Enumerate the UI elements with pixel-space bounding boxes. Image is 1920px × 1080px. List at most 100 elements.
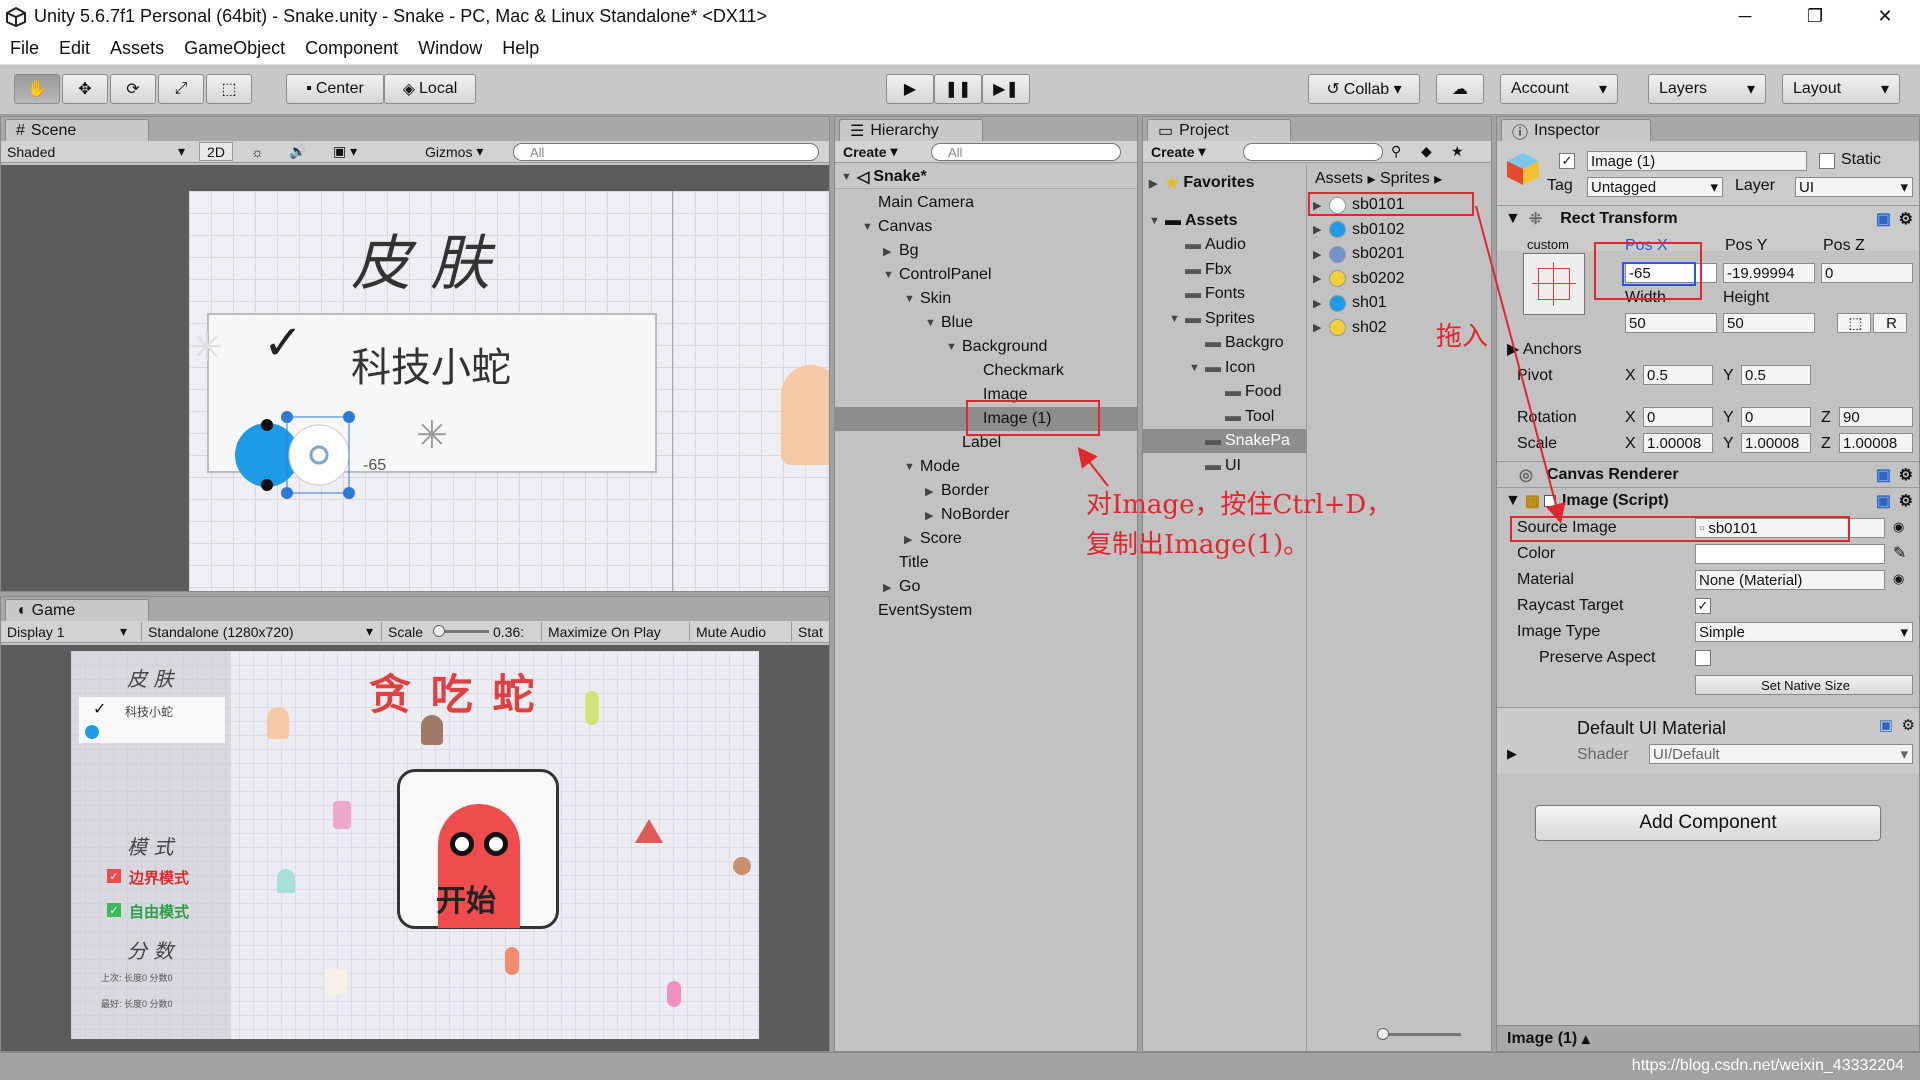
effects-icon[interactable]: ▣ ▾ (333, 142, 357, 161)
tree-arrow-icon[interactable]: ▼ (1169, 313, 1185, 325)
sprite-asset-item[interactable]: ▶ sb0102 (1307, 218, 1491, 242)
project-folder-item[interactable]: ▼ ▬ Icon (1143, 356, 1307, 380)
tree-arrow-icon[interactable]: ▶ (883, 245, 899, 258)
anchor-preset-button[interactable] (1523, 253, 1585, 315)
object-picker-icon[interactable]: ◉ (1893, 571, 1904, 587)
anchors-foldout[interactable]: ▶ Anchors (1507, 339, 1582, 359)
scene-root-row[interactable]: ▼ ◁ Snake* (835, 165, 1137, 189)
game-snake-skin-icon[interactable] (85, 725, 99, 739)
filter-type-icon[interactable]: ⚲ (1391, 142, 1401, 161)
start-button[interactable]: 开始 (397, 769, 559, 929)
maximize-on-play-toggle[interactable]: Maximize On Play (541, 622, 661, 641)
project-folder-item[interactable]: ▬ Fbx (1143, 258, 1307, 282)
layer-dropdown[interactable]: UI ▾ (1795, 177, 1913, 197)
tree-arrow-icon[interactable]: ▶ (1313, 248, 1329, 261)
sprite-asset-item[interactable]: ▶ sb0202 (1307, 267, 1491, 291)
collab-button[interactable]: ↺ Collab ▾ (1308, 74, 1420, 104)
filter-label-icon[interactable]: ◆ (1421, 142, 1432, 161)
tree-arrow-icon[interactable]: ▼ (946, 341, 962, 353)
shader-dropdown[interactable]: UI/Default ▾ (1649, 744, 1913, 764)
favorite-star-icon[interactable]: ★ (1451, 142, 1464, 161)
active-checkbox[interactable]: ✓ (1559, 153, 1575, 169)
close-icon[interactable]: ✕ (1850, 0, 1920, 33)
gear-icon[interactable]: ⚙ (1899, 491, 1913, 511)
rect-tool-button[interactable]: ⬚ (206, 74, 252, 104)
static-checkbox[interactable] (1819, 153, 1835, 169)
tree-arrow-icon[interactable]: ▼ (925, 317, 941, 329)
rotate-tool-button[interactable]: ⟳ (110, 74, 156, 104)
tree-arrow-icon[interactable]: ▶ (1313, 272, 1329, 285)
scale-z-input[interactable]: 1.00008 (1839, 433, 1913, 453)
tree-arrow-icon[interactable]: ▶ (904, 533, 920, 546)
width-input[interactable]: 50 (1625, 313, 1717, 333)
mute-audio-toggle[interactable]: Mute Audio (689, 622, 766, 641)
account-dropdown[interactable]: Account ▾ (1500, 74, 1618, 104)
tree-arrow-icon[interactable]: ▶ (883, 581, 899, 594)
image-script-header[interactable]: ▼ ▩ Image (Script) ▣ ⚙ (1497, 487, 1919, 513)
assets-root-row[interactable]: ▼ ▬ Assets (1143, 209, 1307, 233)
tab-scene[interactable]: # Scene (5, 119, 149, 141)
tree-arrow-icon[interactable]: ▶ (925, 485, 941, 498)
tree-arrow-icon[interactable]: ▼ (883, 269, 899, 281)
gear-icon[interactable]: ⚙ (1902, 716, 1915, 734)
checkbox-icon[interactable]: ✓ (107, 869, 121, 883)
sprite-asset-item[interactable]: ▶ sh01 (1307, 291, 1491, 315)
canvas-renderer-header[interactable]: ◎ Canvas Renderer ▣ ⚙ (1497, 461, 1919, 487)
stats-toggle[interactable]: Stat (791, 622, 823, 641)
hierarchy-item[interactable]: ▶ Bg (835, 239, 1137, 263)
hierarchy-create-button[interactable]: Create ▾ (843, 142, 898, 161)
tree-arrow-icon[interactable]: ▼ (904, 461, 920, 473)
space-local-button[interactable]: ◈ Local (384, 74, 476, 104)
tree-arrow-icon[interactable]: ▼ (862, 221, 878, 233)
project-folder-item[interactable]: ▬ UI (1143, 454, 1307, 478)
project-folder-item[interactable]: ▬ Food (1143, 380, 1307, 404)
sprite-asset-item[interactable]: ▶ sb0201 (1307, 242, 1491, 266)
hierarchy-search-input[interactable]: All (931, 143, 1121, 161)
menu-window[interactable]: Window (418, 38, 482, 59)
hierarchy-item[interactable]: ▼ Blue (835, 311, 1137, 335)
project-folder-item[interactable]: ▼ ▬ Sprites (1143, 307, 1307, 331)
hierarchy-item[interactable]: ▶ Go (835, 575, 1137, 599)
rotation-y-input[interactable]: 0 (1741, 407, 1811, 427)
pivot-center-button[interactable]: ▪ Center (286, 74, 384, 104)
raw-edit-button[interactable]: R (1873, 313, 1907, 333)
game-mode-border[interactable]: 边界模式 (129, 867, 189, 888)
tab-game[interactable]: ◖ Game (5, 599, 149, 621)
menu-edit[interactable]: Edit (59, 38, 90, 59)
tree-arrow-icon[interactable]: ▶ (1313, 223, 1329, 236)
maximize-icon[interactable]: ❐ (1780, 0, 1850, 33)
project-create-button[interactable]: Create ▾ (1151, 142, 1206, 161)
add-component-button[interactable]: Add Component (1535, 805, 1881, 841)
image-type-dropdown[interactable]: Simple ▾ (1695, 622, 1913, 642)
hierarchy-item[interactable]: ▼ ControlPanel (835, 263, 1137, 287)
tag-dropdown[interactable]: Untagged ▾ (1587, 177, 1723, 197)
hierarchy-item[interactable]: ▼ Mode (835, 455, 1137, 479)
inspector-preview-bar[interactable]: Image (1) ▴ (1497, 1025, 1919, 1051)
color-field[interactable] (1695, 544, 1885, 564)
pivot-y-input[interactable]: 0.5 (1741, 365, 1811, 385)
play-button[interactable]: ▶ (886, 74, 934, 104)
menu-assets[interactable]: Assets (110, 38, 164, 59)
tab-project[interactable]: ▭ Project (1147, 119, 1291, 141)
eyedropper-icon[interactable]: ✎ (1893, 543, 1906, 563)
layout-dropdown[interactable]: Layout ▾ (1782, 74, 1900, 104)
cloud-button[interactable]: ☁ (1436, 74, 1484, 104)
rect-transform-header[interactable]: ▼ ⁜ Rect Transform ▣ ⚙ (1497, 205, 1919, 231)
gear-icon[interactable]: ⚙ (1899, 465, 1913, 485)
pause-button[interactable]: ❚❚ (934, 74, 982, 104)
set-native-size-button[interactable]: Set Native Size (1695, 675, 1913, 695)
posy-input[interactable]: -19.99994 (1723, 263, 1815, 283)
gizmos-dropdown[interactable]: Gizmos ▾ (425, 142, 483, 161)
minimize-icon[interactable]: ─ (1710, 0, 1780, 33)
project-search-input[interactable] (1243, 143, 1383, 161)
hierarchy-item[interactable]: ▼ Skin (835, 287, 1137, 311)
enable-checkbox[interactable] (1543, 494, 1556, 507)
help-icon[interactable]: ▣ (1876, 491, 1891, 511)
hierarchy-item[interactable]: ▼ Background (835, 335, 1137, 359)
help-icon[interactable]: ▣ (1876, 465, 1891, 485)
resolution-dropdown[interactable]: Standalone (1280x720) ▾ (141, 622, 373, 641)
object-picker-icon[interactable]: ◉ (1893, 519, 1904, 535)
scene-search-input[interactable]: All (513, 143, 819, 161)
expand-shader-icon[interactable]: ▶ (1507, 746, 1517, 762)
hierarchy-item[interactable]: ▼ Canvas (835, 215, 1137, 239)
